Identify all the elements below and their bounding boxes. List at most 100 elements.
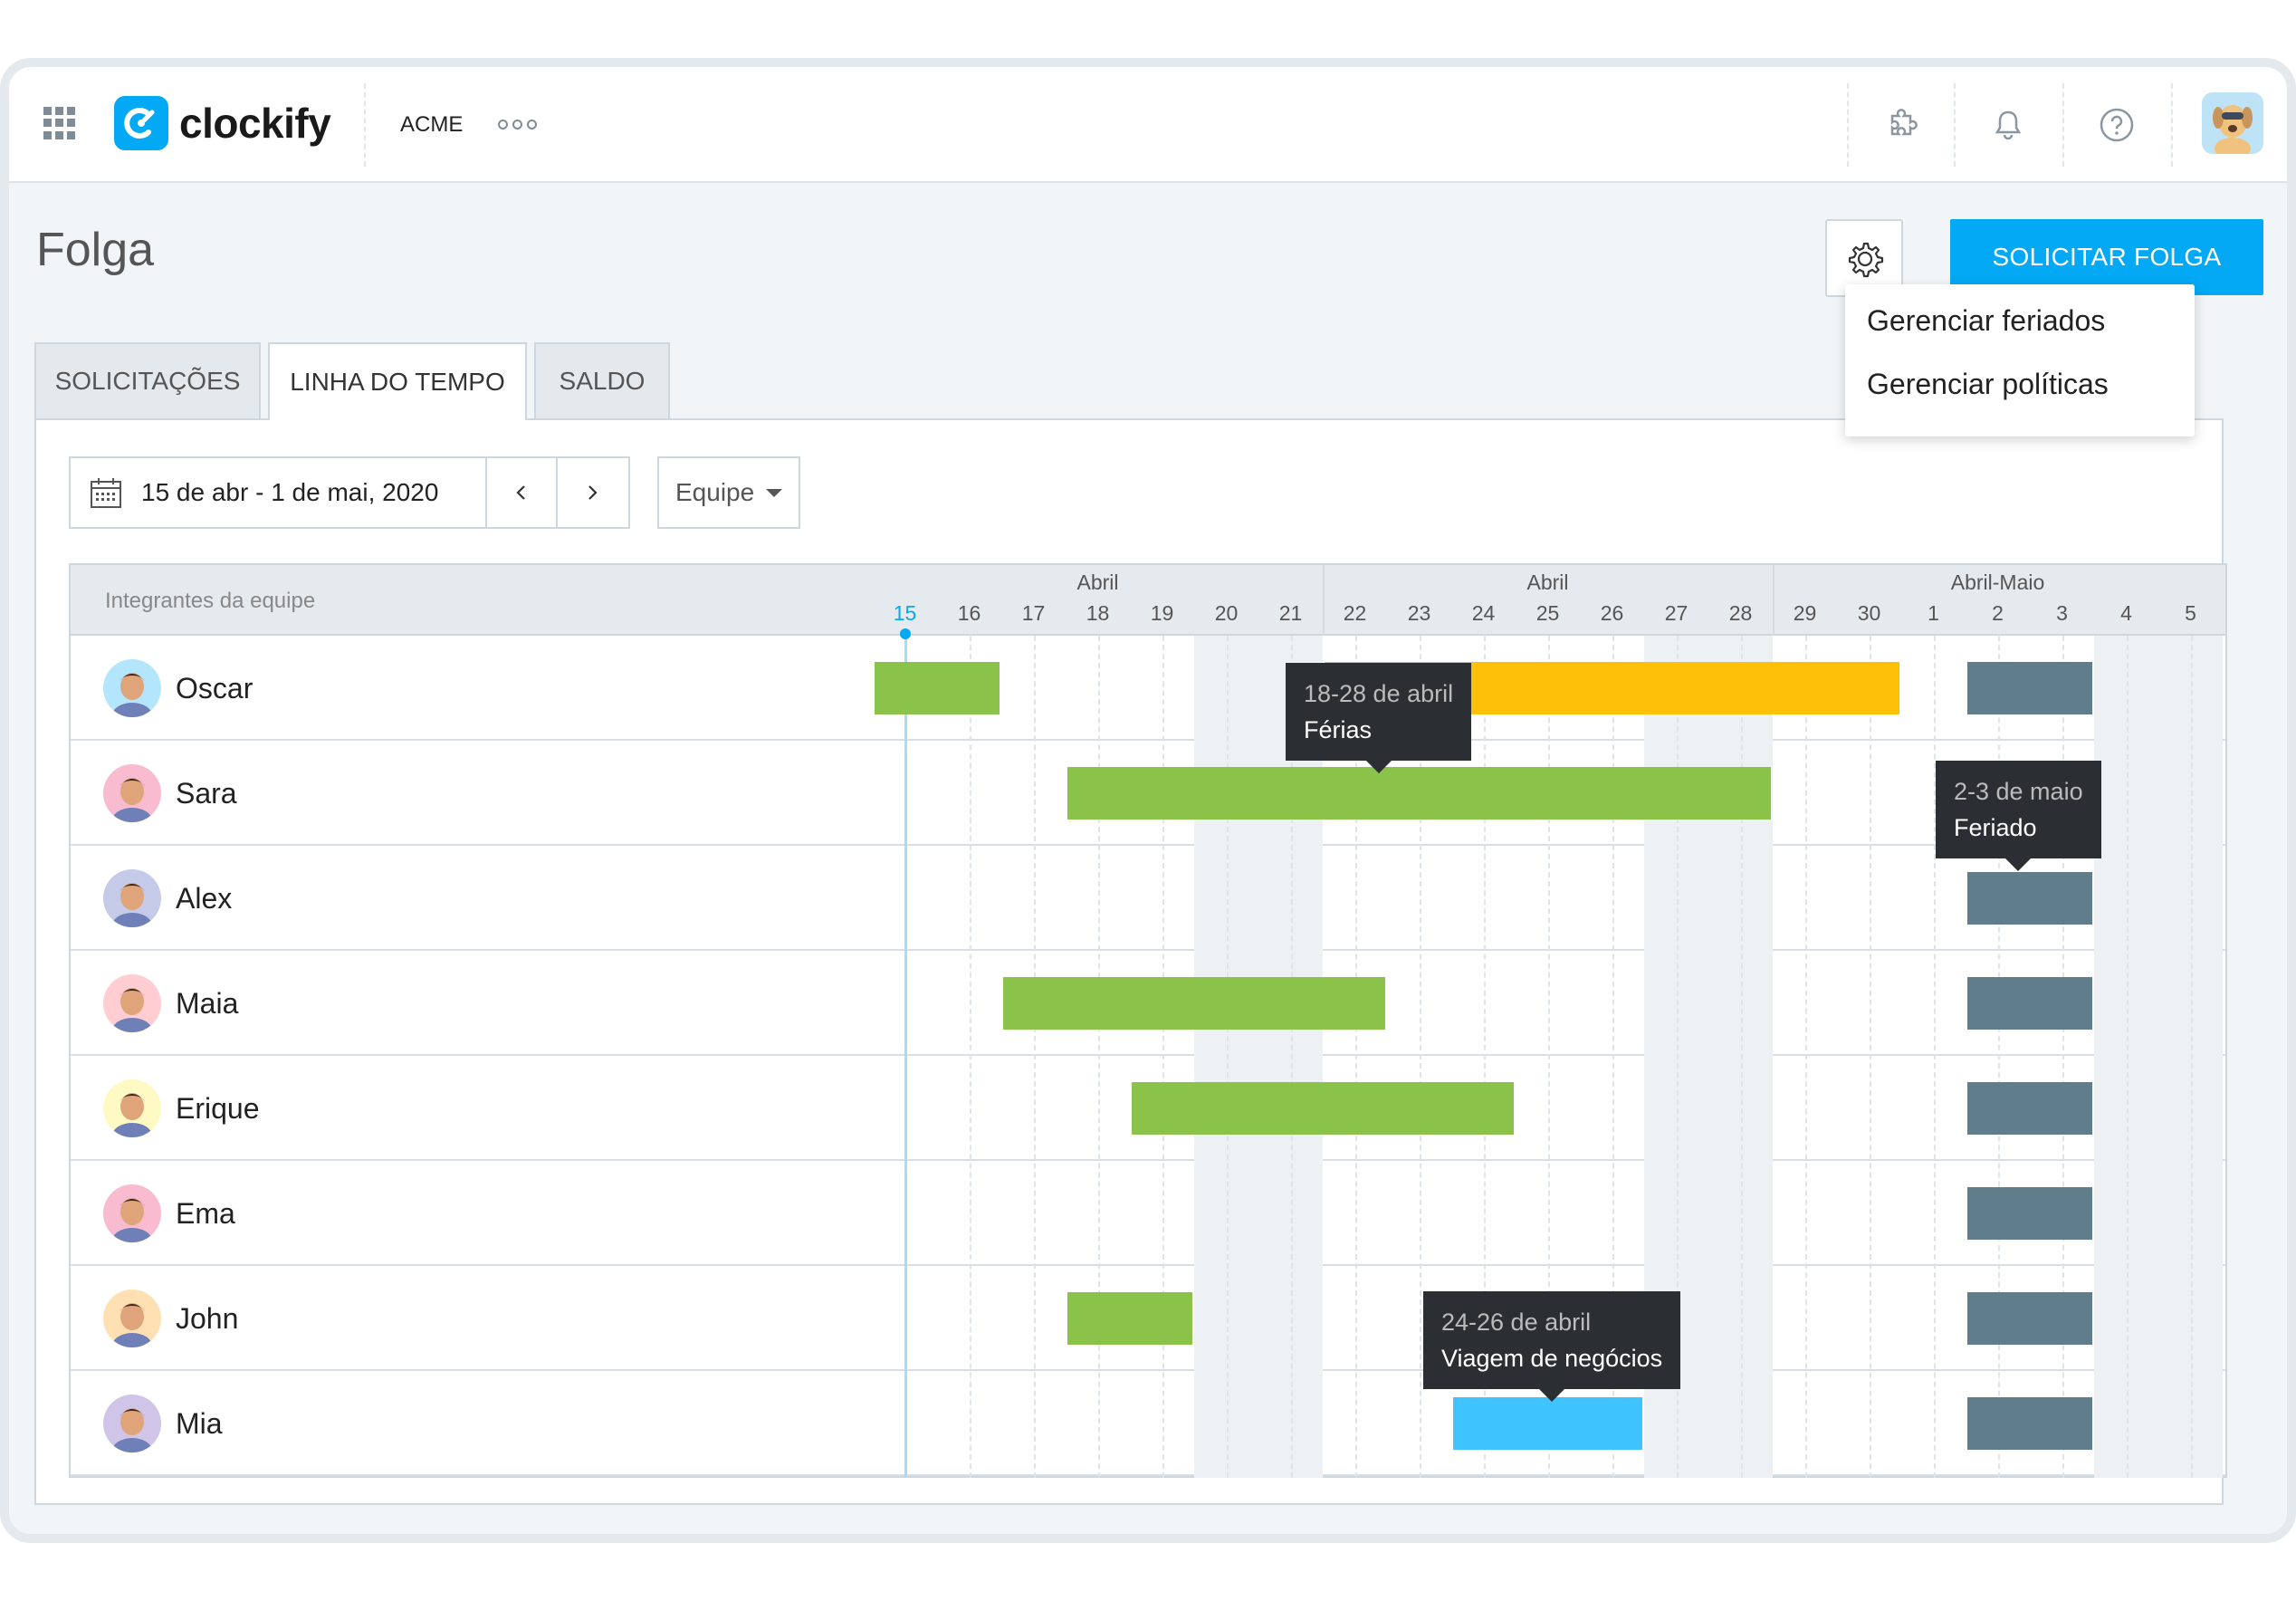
day-label: 21 — [1278, 601, 1303, 625]
member-row[interactable]: Mia — [71, 1371, 2225, 1476]
month-separator — [1323, 565, 1325, 636]
day-label: 3 — [2056, 601, 2068, 625]
member-row[interactable]: Alex — [71, 846, 2225, 951]
day-gridline — [1226, 636, 1229, 1478]
today-marker — [904, 632, 907, 1478]
member-avatar — [103, 764, 161, 822]
tooltip-label: Férias — [1304, 716, 1373, 743]
help-icon[interactable] — [2095, 103, 2138, 147]
day-gridline — [1354, 636, 1357, 1478]
month-label: Abril-Maio — [1950, 570, 2045, 594]
member-name: Alex — [176, 882, 233, 915]
member-avatar — [103, 1184, 161, 1242]
time-off-bar-trip[interactable] — [1453, 1397, 1642, 1450]
time-off-bar-holiday[interactable] — [1967, 1397, 2092, 1450]
day-gridline — [1419, 636, 1421, 1478]
tooltip-vacation: 18-28 de abril Férias — [1286, 663, 1472, 773]
day-label: 16 — [957, 601, 981, 625]
menu-item-manage-policies[interactable]: Gerenciar políticas — [1867, 368, 2109, 401]
tab-requests[interactable]: SOLICITAÇÕES — [34, 342, 261, 418]
day-gridline — [1869, 636, 1871, 1478]
time-off-bar-vacation[interactable] — [1067, 767, 1771, 820]
day-gridline — [1740, 636, 1743, 1478]
tooltip-holiday: 2-3 de maio Feriado — [1936, 761, 2101, 871]
time-off-bar-holiday[interactable] — [1967, 1082, 2092, 1135]
day-gridline — [1290, 636, 1293, 1478]
gear-icon — [1848, 242, 1884, 278]
tooltip-dates: 18-28 de abril — [1304, 680, 1454, 707]
day-label: 1 — [1928, 601, 1939, 625]
time-off-bar-vacation[interactable] — [1003, 977, 1385, 1030]
day-label: 26 — [1600, 601, 1624, 625]
clockify-logo-icon — [114, 96, 168, 150]
previous-period-button[interactable] — [485, 458, 556, 527]
time-off-bar-holiday[interactable] — [1967, 977, 2092, 1030]
tooltip-label: Viagem de negócios — [1441, 1345, 1663, 1372]
day-gridline — [1033, 636, 1036, 1478]
time-off-bar-vacation[interactable] — [875, 662, 1000, 714]
app-window: clockify ACME Folga SOLICITAR FOLGA Gere… — [0, 58, 2296, 1543]
members-column-header: Integrantes da equipe — [105, 589, 316, 613]
more-options-icon[interactable] — [498, 120, 537, 129]
tab-timeline[interactable]: LINHA DO TEMPO — [268, 342, 527, 420]
caret-down-icon — [766, 489, 782, 497]
day-label: 19 — [1150, 601, 1174, 625]
workspace-name[interactable]: ACME — [400, 112, 463, 138]
chevron-left-icon — [516, 485, 525, 500]
tooltip-business-trip: 24-26 de abril Viagem de negócios — [1423, 1291, 1681, 1402]
day-label: 2 — [1992, 601, 2004, 625]
day-gridline — [969, 636, 971, 1478]
settings-dropdown: Gerenciar feriados Gerenciar políticas — [1845, 284, 2195, 436]
brand-logo[interactable]: clockify — [114, 94, 331, 152]
apps-grid-icon[interactable] — [43, 107, 76, 139]
member-row[interactable]: Oscar — [71, 636, 2225, 741]
member-name: Mia — [176, 1407, 223, 1440]
member-name: Maia — [176, 987, 239, 1020]
time-off-bar-holiday[interactable] — [1967, 1187, 2092, 1240]
timeline-grid: Integrantes da equipe 15 16 17 18 19 20 21 22 23… — [69, 563, 2227, 1478]
bell-icon[interactable] — [1986, 103, 2030, 147]
chevron-right-icon — [588, 485, 598, 500]
member-name: Erique — [176, 1092, 260, 1125]
day-label: 23 — [1407, 601, 1431, 625]
day-label: 20 — [1214, 601, 1239, 625]
day-gridline — [2126, 636, 2129, 1478]
day-label: 15 — [893, 601, 917, 625]
day-label: 24 — [1471, 601, 1496, 625]
group-filter-select[interactable]: Equipe — [657, 456, 800, 529]
day-label: 28 — [1728, 601, 1753, 625]
member-avatar — [103, 1079, 161, 1137]
puzzle-icon[interactable] — [1880, 103, 1923, 147]
tab-balance[interactable]: SALDO — [534, 342, 670, 418]
month-label: Abril — [1076, 570, 1119, 594]
member-name: Oscar — [176, 672, 254, 705]
time-off-bar-vacation[interactable] — [1132, 1082, 1514, 1135]
brand-name: clockify — [179, 100, 331, 147]
day-gridline — [1162, 636, 1164, 1478]
member-row[interactable]: Ema — [71, 1161, 2225, 1266]
menu-item-manage-holidays[interactable]: Gerenciar feriados — [1867, 304, 2105, 338]
member-name: John — [176, 1302, 239, 1335]
day-label: 22 — [1343, 601, 1367, 625]
day-label: 25 — [1535, 601, 1560, 625]
member-name: Ema — [176, 1197, 235, 1230]
user-avatar[interactable] — [2202, 92, 2263, 154]
date-range-picker[interactable]: 15 de abr - 1 de mai, 2020 — [69, 456, 630, 529]
time-off-bar-vacation[interactable] — [1067, 1292, 1192, 1345]
month-label: Abril — [1526, 570, 1569, 594]
member-name: Sara — [176, 777, 237, 810]
timeline-header: Integrantes da equipe 15 16 17 18 19 20 21 22 23… — [71, 565, 2225, 636]
time-off-bar-holiday[interactable] — [1967, 662, 2092, 714]
tooltip-dates: 2-3 de maio — [1954, 778, 2083, 805]
time-off-bar-holiday[interactable] — [1967, 872, 2092, 925]
day-gridline — [2190, 636, 2193, 1478]
month-separator — [1773, 565, 1775, 636]
time-off-bar-holiday[interactable] — [1967, 1292, 2092, 1345]
date-range-text: 15 de abr - 1 de mai, 2020 — [141, 478, 439, 506]
page-title: Folga — [36, 224, 155, 276]
day-label: 4 — [2120, 601, 2132, 625]
day-label: 18 — [1086, 601, 1110, 625]
tooltip-label: Feriado — [1954, 814, 2037, 841]
day-label: 5 — [2185, 601, 2196, 625]
next-period-button[interactable] — [556, 458, 627, 527]
